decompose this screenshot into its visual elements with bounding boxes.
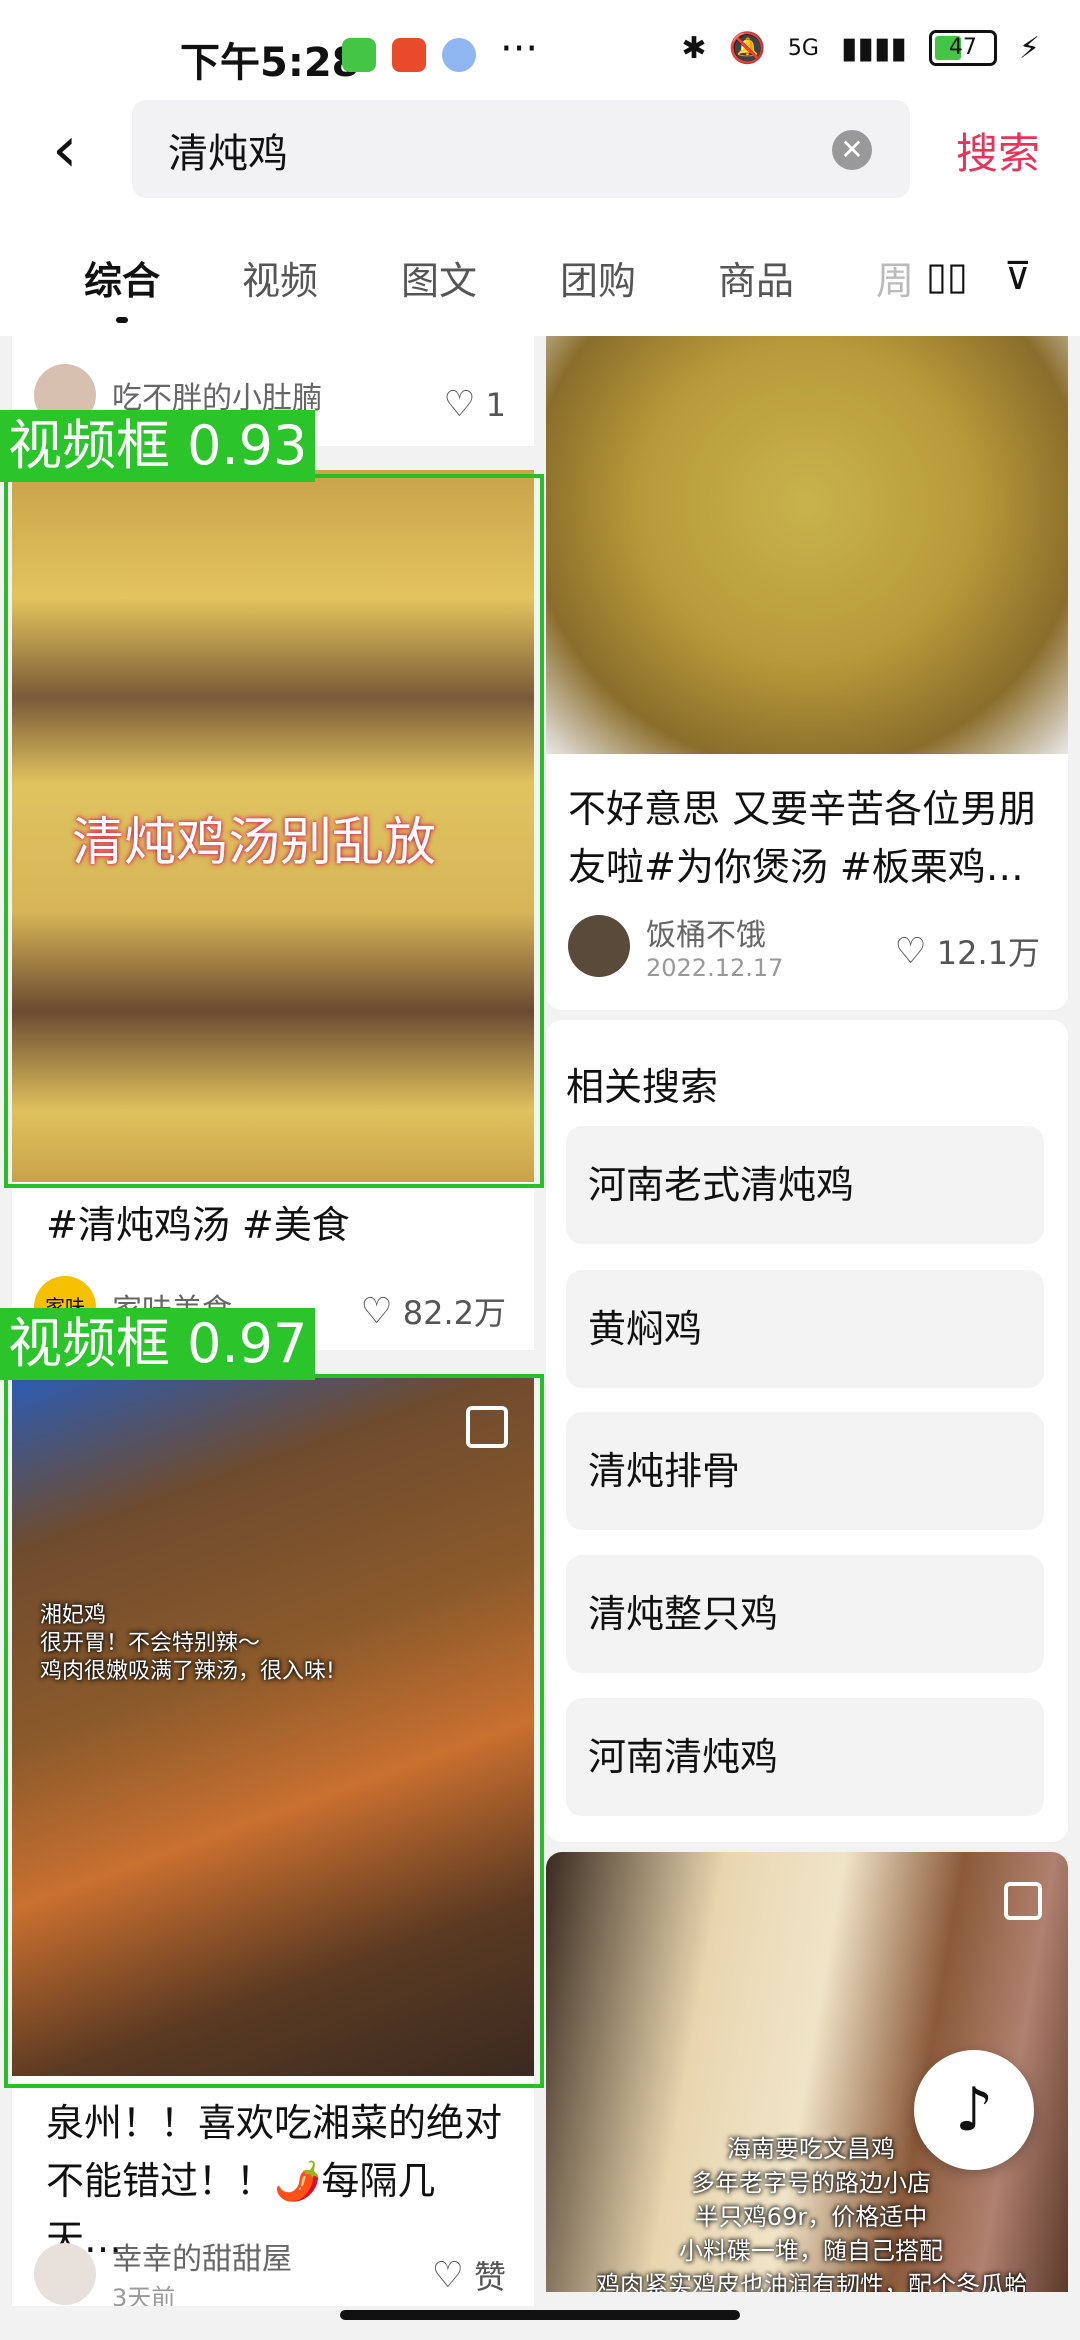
heart-icon: ♡ (431, 2254, 464, 2296)
app-notification-icon (392, 38, 426, 72)
filter-icon[interactable]: ⊽ (1004, 254, 1032, 298)
tab-more[interactable]: 周 (876, 250, 914, 305)
video-detection-box (4, 1374, 544, 2088)
related-search-item[interactable]: 黄焖鸡 (566, 1270, 1044, 1388)
video-thumbnail[interactable] (546, 336, 1068, 754)
search-box[interactable]: ✕ (132, 100, 910, 198)
network-label: 5G (787, 35, 819, 61)
related-search-item[interactable]: 清炖整只鸡 (566, 1555, 1044, 1673)
bluetooth-icon: ✱ (681, 30, 707, 66)
status-bar: 下午5:28 ··· ✱ 🔕 5G ▮▮▮▮ 47 ⚡ (0, 0, 1080, 100)
post-date: 3天前 (112, 2284, 176, 2306)
avatar (568, 915, 630, 977)
app-notification-icon (342, 38, 376, 72)
video-detection-box (4, 474, 544, 1188)
search-input[interactable] (166, 122, 770, 178)
related-search-item[interactable]: 河南老式清炖鸡 (566, 1126, 1044, 1244)
post-date: 2022.12.17 (646, 954, 784, 982)
battery-icon: 47 (928, 30, 997, 66)
related-searches-panel: 相关搜索 河南老式清炖鸡 黄焖鸡 清炖排骨 清炖整只鸡 河南清炖鸡 (546, 1020, 1068, 1842)
mute-icon: 🔕 (728, 30, 766, 66)
author-name: 幸幸的甜甜屋 (112, 2242, 292, 2277)
like-count[interactable]: ♡ 82.2万 (360, 1288, 506, 1334)
video-detection-label: 视频框 0.93 (0, 410, 316, 482)
video-detection-label: 视频框 0.97 (0, 1308, 316, 1380)
multi-image-icon (1004, 1882, 1042, 1920)
app-notification-icon (442, 38, 476, 72)
card-title: 不好意思 又要辛苦各位男朋友啦#为你煲汤 #板栗鸡… (568, 787, 1037, 889)
related-search-item[interactable]: 清炖排骨 (566, 1412, 1044, 1530)
clear-search-icon[interactable]: ✕ (832, 130, 872, 170)
signal-icon: ▮▮▮▮ (840, 30, 907, 66)
tab-all[interactable]: 综合 (84, 250, 160, 323)
heart-icon: ♡ (443, 384, 476, 425)
battery-level: 47 (948, 35, 977, 60)
like-count[interactable]: ♡ 12.1万 (894, 928, 1040, 974)
tab-image-text[interactable]: 图文 (401, 250, 477, 305)
heart-icon: ♡ (360, 1290, 393, 1332)
layout-toggle-icon[interactable]: ▯▯ (926, 254, 968, 298)
search-header: ‹ ✕ 搜索 (0, 100, 1080, 210)
search-button[interactable]: 搜索 (956, 120, 1040, 181)
card-author[interactable]: 幸幸的甜甜屋 3天前 (34, 2234, 292, 2306)
status-time: 下午5:28 (180, 40, 360, 86)
author-name: 饭桶不饿 (646, 918, 766, 953)
avatar (34, 2242, 96, 2305)
result-card[interactable]: 不好意思 又要辛苦各位男朋友啦#为你煲汤 #板栗鸡… 饭桶不饿 2022.12.1… (546, 336, 1068, 1010)
filter-tabs: 综合 视频 图文 团购 商品 周 ▯▯ ⊽ (0, 210, 1080, 336)
home-indicator[interactable] (340, 2310, 740, 2320)
charging-icon: ⚡ (1018, 30, 1040, 66)
related-searches-heading: 相关搜索 (566, 1065, 719, 1109)
card-title: #清炖鸡汤 #美食 (46, 1203, 350, 1247)
like-count[interactable]: ♡ 赞 (432, 2252, 506, 2298)
like-count[interactable]: ♡ 1 (443, 384, 506, 425)
card-author[interactable]: 饭桶不饿 2022.12.17 (568, 910, 783, 982)
related-search-item[interactable]: 河南清炖鸡 (566, 1698, 1044, 1816)
tab-video[interactable]: 视频 (242, 250, 318, 305)
tab-group-buy[interactable]: 团购 (560, 250, 636, 305)
more-notifications-icon: ··· (500, 26, 539, 72)
tiktok-floating-button[interactable]: ♪ (914, 2050, 1034, 2170)
tab-products[interactable]: 商品 (718, 250, 794, 305)
heart-icon: ♡ (894, 930, 927, 972)
back-button[interactable]: ‹ (52, 118, 78, 182)
